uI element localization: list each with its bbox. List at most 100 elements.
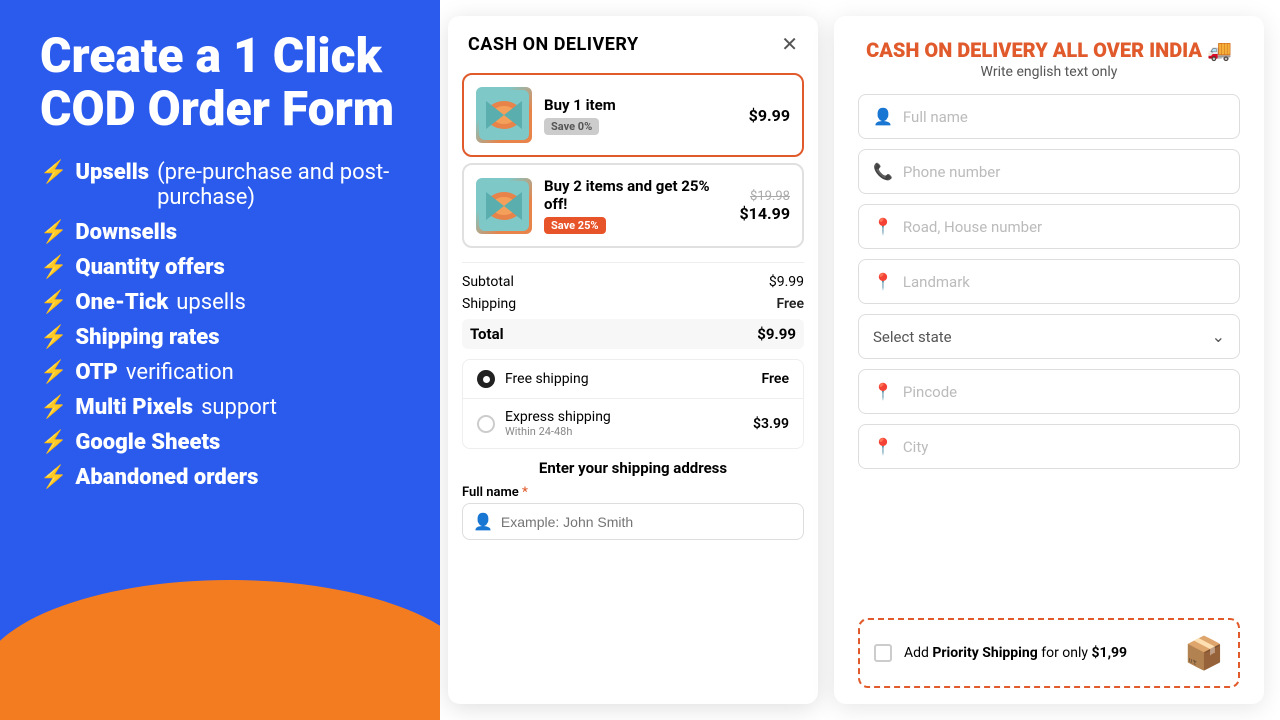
- field-icon-pincode: 📍: [873, 382, 893, 401]
- form-field-road[interactable]: 📍 Road, House number: [858, 204, 1240, 249]
- bolt-icon: ⚡: [40, 430, 67, 455]
- shipping-label-free: Free shipping: [505, 371, 752, 387]
- state-select[interactable]: Select state ⌄: [858, 314, 1240, 359]
- shipping-label-express: Express shipping Within 24-48h: [505, 409, 743, 438]
- product-name-p1: Buy 1 item: [544, 96, 737, 114]
- state-select-text: Select state: [873, 328, 1212, 346]
- priority-checkbox[interactable]: [874, 644, 892, 662]
- right-header: CASH ON DELIVERY ALL OVER INDIA 🚚 Write …: [858, 38, 1240, 80]
- right-header-sub: Write english text only: [858, 64, 1240, 80]
- shipping-value: Free: [777, 296, 805, 312]
- close-button[interactable]: ✕: [781, 32, 798, 57]
- radio-express: [477, 415, 495, 433]
- priority-label-price: $1,99: [1092, 645, 1128, 661]
- bolt-icon: ⚡: [40, 325, 67, 350]
- shipping-price-express: $3.99: [753, 416, 789, 432]
- address-section: Enter your shipping address Full name * …: [462, 459, 804, 540]
- shipping-price-free: Free: [762, 371, 790, 387]
- feature-bold-shipping: Shipping rates: [75, 325, 219, 350]
- full-name-input[interactable]: [501, 514, 793, 530]
- shipping-row: Shipping Free: [462, 293, 804, 315]
- main-title: Create a 1 Click COD Order Form: [40, 30, 400, 136]
- total-row: Total $9.99: [462, 319, 804, 349]
- feature-bold-abandoned: Abandoned orders: [75, 465, 258, 490]
- field-icon-road: 📍: [873, 217, 893, 236]
- product-card-p1[interactable]: Buy 1 item Save 0% $9.99: [462, 73, 804, 157]
- feature-bold-downsells: Downsells: [75, 220, 177, 245]
- field-placeholder-full-name: Full name: [903, 108, 968, 126]
- bolt-icon: ⚡: [40, 465, 67, 490]
- shipping-options: Free shipping Free Express shipping With…: [462, 359, 804, 449]
- bolt-icon: ⚡: [40, 290, 67, 315]
- person-icon: 👤: [473, 512, 493, 531]
- save-badge-p1: Save 0%: [544, 118, 599, 135]
- total-value: $9.99: [757, 325, 796, 343]
- field-placeholder-pincode: Pincode: [903, 383, 957, 401]
- feature-bold-quantity: Quantity offers: [75, 255, 224, 280]
- feature-item-otp: ⚡ OTP verification: [40, 360, 400, 385]
- old-price-p2: $19.98: [739, 189, 790, 204]
- subtotal-value: $9.99: [769, 274, 804, 290]
- shipping-name-free: Free shipping: [505, 371, 752, 387]
- left-panel: Create a 1 Click COD Order Form ⚡ Upsells…: [0, 0, 440, 720]
- modal-title: CASH ON DELIVERY: [468, 34, 639, 55]
- full-name-input-row[interactable]: 👤: [462, 503, 804, 540]
- right-panel: CASH ON DELIVERY ALL OVER INDIA 🚚 Write …: [834, 16, 1264, 704]
- form-field-city[interactable]: 📍 City: [858, 424, 1240, 469]
- feature-item-sheets: ⚡Google Sheets: [40, 430, 400, 455]
- product-image-p1: [476, 87, 532, 143]
- field-placeholder-phone: Phone number: [903, 163, 1000, 181]
- field-placeholder-landmark: Landmark: [903, 273, 970, 291]
- shipping-option-express[interactable]: Express shipping Within 24-48h $3.99: [463, 399, 803, 448]
- feature-item-pixels: ⚡ Multi Pixels support: [40, 395, 400, 420]
- priority-shipping-box: Add Priority Shipping for only $1,99 📦: [858, 618, 1240, 688]
- feature-bold-upsells: Upsells: [75, 160, 149, 185]
- priority-text: Add Priority Shipping for only $1,99: [904, 645, 1172, 661]
- box-icon: 📦: [1184, 634, 1224, 672]
- bolt-icon: ⚡: [40, 360, 67, 385]
- form-field-landmark[interactable]: 📍 Landmark: [858, 259, 1240, 304]
- form-field-phone[interactable]: 📞 Phone number: [858, 149, 1240, 194]
- field-icon-phone: 📞: [873, 162, 893, 181]
- product-price-p2: $19.98 $14.99: [739, 189, 790, 223]
- shipping-option-free[interactable]: Free shipping Free: [463, 360, 803, 399]
- field-icon-city: 📍: [873, 437, 893, 456]
- feature-item-upsells: ⚡Upsells(pre-purchase and post-purchase): [40, 160, 400, 210]
- form-field-full-name[interactable]: 👤 Full name: [858, 94, 1240, 139]
- priority-label-post: for only: [1041, 645, 1091, 661]
- address-section-title: Enter your shipping address: [462, 459, 804, 477]
- priority-label-bold: Priority Shipping: [932, 645, 1037, 661]
- shipping-label: Shipping: [462, 296, 516, 312]
- field-placeholder-road: Road, House number: [903, 218, 1042, 236]
- feature-normal-pixels: support: [201, 395, 277, 420]
- field-icon-landmark: 📍: [873, 272, 893, 291]
- product-info-p1: Buy 1 item Save 0%: [544, 96, 737, 135]
- shipping-sublabel-express: Within 24-48h: [505, 425, 743, 438]
- feature-normal-upsells: (pre-purchase and post-purchase): [157, 160, 400, 210]
- order-summary: Subtotal $9.99 Shipping Free Total $9.99: [462, 262, 804, 349]
- form-field-pincode[interactable]: 📍 Pincode: [858, 369, 1240, 414]
- feature-bold-pixels: Multi Pixels: [75, 395, 193, 420]
- subtotal-label: Subtotal: [462, 274, 514, 290]
- product-name-p2: Buy 2 items and get 25% off!: [544, 177, 727, 213]
- subtotal-row: Subtotal $9.99: [462, 271, 804, 293]
- feature-list: ⚡ Upsells (pre-purchase and post-purchase)…: [40, 160, 400, 490]
- chevron-down-icon: ⌄: [1212, 327, 1225, 346]
- feature-item-quantity: ⚡Quantity offers: [40, 255, 400, 280]
- product-card-p2[interactable]: Buy 2 items and get 25% off! Save 25% $1…: [462, 163, 804, 248]
- field-placeholder-city: City: [903, 438, 928, 456]
- field-icon-full-name: 👤: [873, 107, 893, 126]
- feature-item-abandoned: ⚡ Abandoned orders: [40, 465, 400, 490]
- save-badge-p2: Save 25%: [544, 217, 606, 234]
- bolt-icon: ⚡: [40, 220, 67, 245]
- shipping-name-express: Express shipping: [505, 409, 743, 425]
- product-image-p2: [476, 178, 532, 234]
- bolt-icon: ⚡: [40, 395, 67, 420]
- feature-bold-onetick: One-Tick: [75, 290, 168, 315]
- feature-item-onetick: ⚡One-Tickupsells: [40, 290, 400, 315]
- full-name-label: Full name *: [462, 485, 804, 500]
- feature-normal-otp: verification: [126, 360, 234, 385]
- feature-bold-otp: OTP: [75, 360, 118, 385]
- total-label: Total: [470, 325, 504, 343]
- cod-modal: CASH ON DELIVERY ✕ Buy 1 item Save 0% $9…: [448, 16, 818, 704]
